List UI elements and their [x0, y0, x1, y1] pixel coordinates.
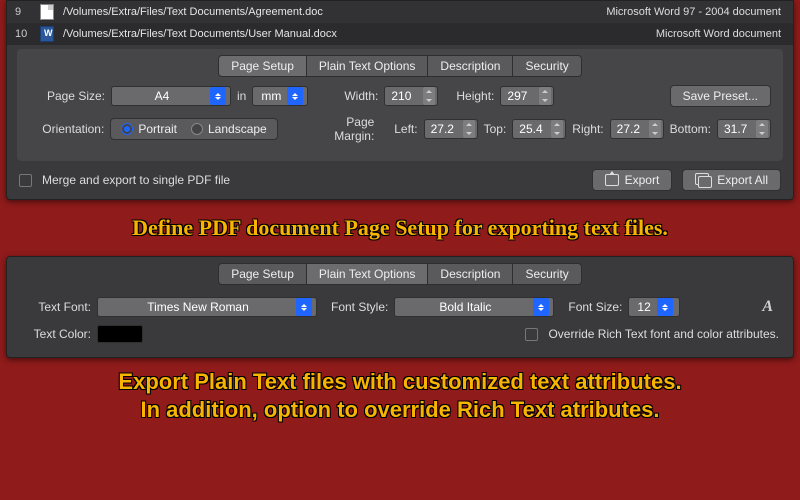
- height-stepper[interactable]: 297: [500, 86, 554, 106]
- font-style-dropdown[interactable]: Bold Italic: [394, 297, 554, 317]
- page-setup-settings: Page Setup Plain Text Options Descriptio…: [17, 49, 783, 161]
- export-bar: Merge and export to single PDF file Expo…: [7, 161, 793, 199]
- file-row[interactable]: 9 /Volumes/Extra/Files/Text Documents/Ag…: [7, 1, 793, 23]
- chevron-updown-icon: [210, 87, 226, 105]
- stepper-icon[interactable]: [463, 120, 475, 138]
- tab-plain-text[interactable]: Plain Text Options: [307, 55, 429, 77]
- in-label: in: [237, 89, 246, 103]
- page-size-label: Page Size:: [29, 89, 105, 103]
- font-style-label: Font Style:: [331, 300, 388, 314]
- margin-left-label: Left:: [394, 122, 417, 136]
- unit-value: mm: [261, 89, 281, 103]
- chevron-updown-icon: [296, 298, 312, 316]
- font-size-value: 12: [637, 300, 650, 314]
- chevron-updown-icon: [533, 298, 549, 316]
- radio-landscape[interactable]: Landscape: [191, 122, 267, 136]
- page-size-dropdown[interactable]: A4: [111, 86, 231, 106]
- width-label: Width:: [344, 89, 378, 103]
- margin-right-label: Right:: [572, 122, 603, 136]
- export-button[interactable]: Export: [592, 169, 673, 191]
- caption-page-setup: Define PDF document Page Setup for expor…: [20, 214, 780, 242]
- stepper-icon[interactable]: [756, 120, 768, 138]
- caption-plain-text: Export Plain Text files with customized …: [20, 368, 780, 424]
- export-all-button[interactable]: Export All: [682, 169, 781, 191]
- tab-description[interactable]: Description: [428, 263, 513, 285]
- file-path: /Volumes/Extra/Files/Text Documents/User…: [63, 28, 656, 40]
- file-index: 9: [15, 6, 39, 18]
- text-color-swatch[interactable]: [97, 325, 143, 343]
- docx-icon: [39, 26, 55, 42]
- export-all-icon: [695, 173, 711, 187]
- radio-portrait[interactable]: Portrait: [121, 122, 177, 136]
- margin-bottom-label: Bottom:: [670, 122, 711, 136]
- font-size-dropdown[interactable]: 12: [628, 297, 680, 317]
- export-icon: [605, 174, 619, 186]
- width-value: 210: [391, 89, 419, 103]
- orientation-label: Orientation:: [29, 122, 104, 136]
- save-preset-button[interactable]: Save Preset...: [670, 85, 771, 107]
- file-path: /Volumes/Extra/Files/Text Documents/Agre…: [63, 6, 606, 18]
- file-index: 10: [15, 28, 39, 40]
- stepper-icon[interactable]: [649, 120, 661, 138]
- merge-checkbox[interactable]: [19, 174, 32, 187]
- radio-dot-icon: [191, 123, 203, 135]
- radio-dot-icon: [121, 123, 133, 135]
- chevron-updown-icon: [287, 87, 303, 105]
- font-style-value: Bold Italic: [403, 300, 527, 314]
- width-stepper[interactable]: 210: [384, 86, 438, 106]
- stepper-icon[interactable]: [423, 87, 435, 105]
- file-kind: Microsoft Word 97 - 2004 document: [606, 6, 785, 18]
- margin-right-stepper[interactable]: 27.2: [610, 119, 664, 139]
- doc-icon: [39, 4, 55, 20]
- text-font-label: Text Font:: [21, 300, 91, 314]
- margin-top-label: Top:: [484, 122, 507, 136]
- tabs-plain-text-panel: Page Setup Plain Text Options Descriptio…: [7, 263, 793, 285]
- tab-plain-text[interactable]: Plain Text Options: [307, 263, 429, 285]
- margin-top-stepper[interactable]: 25.4: [512, 119, 566, 139]
- tab-security[interactable]: Security: [513, 55, 581, 77]
- unit-dropdown[interactable]: mm: [252, 86, 308, 106]
- tab-description[interactable]: Description: [428, 55, 513, 77]
- page-size-value: A4: [120, 89, 204, 103]
- height-label: Height:: [456, 89, 494, 103]
- tabs-page-setup: Page Setup Plain Text Options Descriptio…: [29, 55, 771, 77]
- tab-security[interactable]: Security: [513, 263, 581, 285]
- font-size-label: Font Size:: [568, 300, 622, 314]
- text-font-value: Times New Roman: [106, 300, 290, 314]
- height-value: 297: [507, 89, 535, 103]
- margin-bottom-stepper[interactable]: 31.7: [717, 119, 771, 139]
- file-kind: Microsoft Word document: [656, 28, 785, 40]
- tab-page-setup[interactable]: Page Setup: [218, 263, 307, 285]
- stepper-icon[interactable]: [551, 120, 563, 138]
- text-color-label: Text Color:: [21, 327, 91, 341]
- tab-page-setup[interactable]: Page Setup: [218, 55, 307, 77]
- merge-label: Merge and export to single PDF file: [42, 173, 230, 187]
- page-margin-label: Page Margin:: [304, 115, 375, 143]
- font-preview-icon: A: [756, 298, 779, 316]
- chevron-updown-icon: [657, 298, 673, 316]
- file-list: 9 /Volumes/Extra/Files/Text Documents/Ag…: [7, 1, 793, 45]
- page-setup-panel: 9 /Volumes/Extra/Files/Text Documents/Ag…: [6, 0, 794, 200]
- file-row[interactable]: 10 /Volumes/Extra/Files/Text Documents/U…: [7, 23, 793, 45]
- plain-text-panel: Page Setup Plain Text Options Descriptio…: [6, 256, 794, 358]
- override-checkbox[interactable]: [525, 328, 538, 341]
- override-label: Override Rich Text font and color attrib…: [548, 327, 779, 341]
- text-font-dropdown[interactable]: Times New Roman: [97, 297, 317, 317]
- orientation-group: Portrait Landscape: [110, 118, 277, 140]
- margin-left-stepper[interactable]: 27.2: [424, 119, 478, 139]
- stepper-icon[interactable]: [539, 87, 551, 105]
